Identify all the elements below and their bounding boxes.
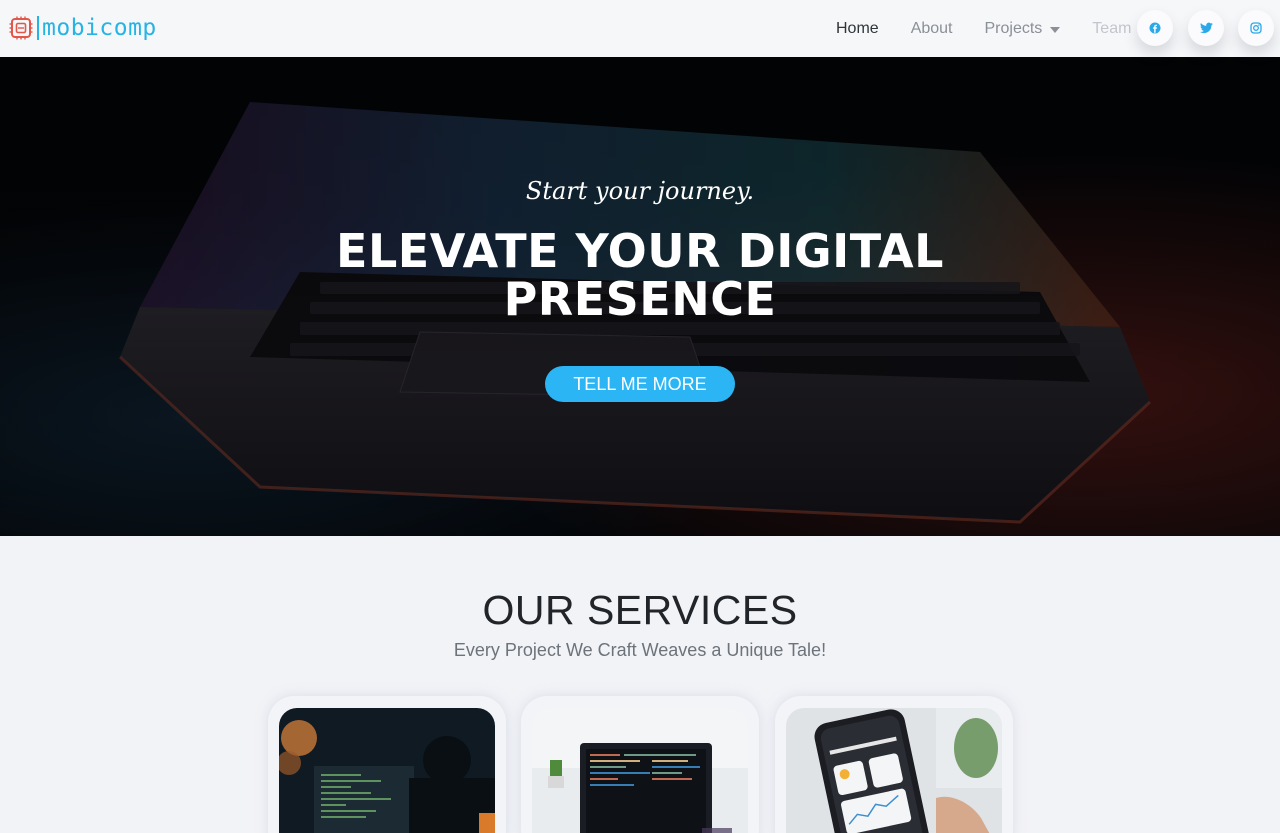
laptop-code-photo	[532, 708, 748, 833]
nav-about[interactable]: About	[895, 20, 969, 38]
tell-me-more-button[interactable]: TELL ME MORE	[545, 366, 735, 402]
hero-heading-line1: ELEVATE YOUR DIGITAL	[336, 224, 944, 278]
services-title: OUR SERVICES	[482, 587, 798, 633]
phone-app-photo	[786, 708, 1002, 833]
nav-links: Home About Projects Team	[820, 0, 1147, 57]
brand-divider	[37, 16, 39, 40]
nav-projects-label: Projects	[984, 19, 1043, 37]
caret-down-icon	[1050, 26, 1061, 33]
instagram-button[interactable]	[1238, 10, 1274, 46]
twitter-icon	[1199, 22, 1213, 34]
service-card-2[interactable]	[521, 696, 759, 833]
service-card-3[interactable]	[775, 696, 1013, 833]
hero-heading: ELEVATE YOUR DIGITAL PRESENCE	[0, 227, 1280, 323]
nav-home[interactable]: Home	[820, 20, 895, 38]
developer-monitors-photo	[279, 708, 495, 833]
brand-logo[interactable]: mobicomp	[9, 16, 157, 40]
navbar: mobicomp Home About Projects Team	[0, 0, 1280, 57]
service-card-1[interactable]	[268, 696, 506, 833]
hero-section: Start your journey. ELEVATE YOUR DIGITAL…	[0, 57, 1280, 536]
hero-heading-line2: PRESENCE	[503, 272, 777, 326]
instagram-icon	[1250, 22, 1262, 34]
brand-name: mobicomp	[42, 15, 157, 41]
facebook-button[interactable]	[1137, 10, 1173, 46]
services-subtitle: Every Project We Craft Weaves a Unique T…	[453, 640, 827, 660]
chip-icon	[9, 16, 33, 40]
twitter-button[interactable]	[1188, 10, 1224, 46]
nav-projects-dropdown[interactable]: Projects	[969, 20, 1077, 38]
hero-subheading: Start your journey.	[525, 177, 755, 205]
facebook-icon	[1149, 22, 1161, 34]
